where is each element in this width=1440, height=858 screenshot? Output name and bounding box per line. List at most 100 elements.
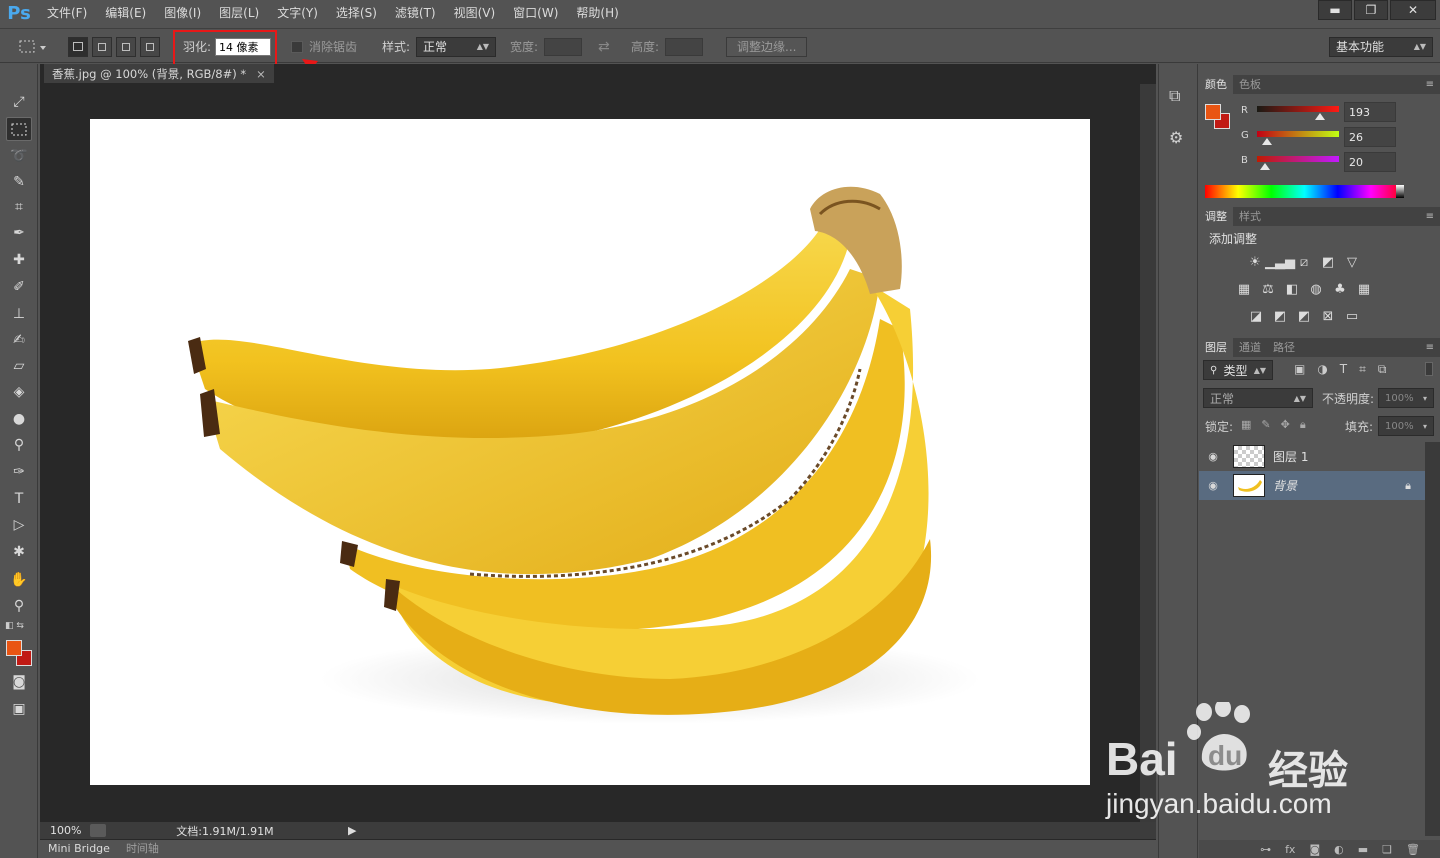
subtract-selection-button[interactable] <box>116 36 136 57</box>
new-selection-button[interactable] <box>68 36 88 57</box>
threshold-icon[interactable]: ◩ <box>1295 309 1313 324</box>
width-input[interactable] <box>544 37 583 56</box>
color-spectrum-bar[interactable] <box>1205 185 1404 198</box>
move-tool-icon[interactable]: ⤢ <box>6 90 32 114</box>
blue-value-input[interactable]: 20 <box>1344 152 1396 172</box>
add-selection-button[interactable] <box>92 36 112 57</box>
workspace-select[interactable]: 基本功能 ▲▼ <box>1329 36 1433 57</box>
black-white-ramp[interactable] <box>1396 185 1404 198</box>
custom-shape-tool-icon[interactable]: ✱ <box>6 540 32 564</box>
menu-layer[interactable]: 图层(L) <box>210 0 268 27</box>
link-layers-icon[interactable]: ⊶ <box>1260 843 1271 856</box>
color-lookup-icon[interactable]: ▦ <box>1355 282 1373 297</box>
lock-icons[interactable]: ▦✎✥🔒︎ <box>1241 418 1316 432</box>
green-channel-slider[interactable] <box>1257 131 1339 137</box>
layer-row[interactable]: ◉ 图层 1 <box>1199 442 1425 471</box>
type-tool-icon[interactable]: T <box>6 487 32 511</box>
panel-menu-icon[interactable]: ≡ <box>1426 79 1434 90</box>
invert-icon[interactable]: ◪ <box>1247 309 1265 324</box>
quick-selection-tool-icon[interactable]: ✎ <box>6 170 32 194</box>
height-input[interactable] <box>665 37 704 56</box>
mini-bridge-tab[interactable]: Mini Bridge <box>40 840 118 858</box>
menu-help[interactable]: 帮助(H) <box>567 0 627 27</box>
menu-window[interactable]: 窗口(W) <box>504 0 567 27</box>
crop-tool-icon[interactable]: ⌗ <box>6 195 32 219</box>
curves-icon[interactable]: ⧄ <box>1295 255 1313 270</box>
screen-mode-icon[interactable]: ▣ <box>6 697 32 721</box>
rectangular-marquee-tool-icon[interactable] <box>6 117 32 141</box>
red-channel-slider[interactable] <box>1257 106 1339 112</box>
brush-tool-icon[interactable]: ✐ <box>6 275 32 299</box>
menu-file[interactable]: 文件(F) <box>38 0 96 27</box>
tab-color[interactable]: 颜色 <box>1199 75 1233 94</box>
dodge-tool-icon[interactable]: ⚲ <box>6 433 32 457</box>
selective-color-icon[interactable]: ⊠ <box>1319 309 1337 324</box>
channel-mixer-icon[interactable]: ♣ <box>1331 282 1349 297</box>
green-slider-thumb[interactable] <box>1262 138 1272 145</box>
trash-icon[interactable]: 🗑︎ <box>1406 843 1420 856</box>
blur-tool-icon[interactable]: ● <box>6 407 32 431</box>
style-select[interactable]: 正常 ▲▼ <box>416 36 497 57</box>
info-menu-icon[interactable] <box>90 824 106 837</box>
eye-icon[interactable]: ◉ <box>1199 479 1227 492</box>
close-tab-icon[interactable]: × <box>256 67 266 81</box>
menu-edit[interactable]: 编辑(E) <box>96 0 155 27</box>
tool-preset-picker[interactable] <box>18 29 48 64</box>
photo-filter-icon[interactable]: ◍ <box>1307 282 1325 297</box>
vibrance-icon[interactable]: ▽ <box>1343 255 1361 270</box>
quick-mask-icon[interactable]: ◙ <box>6 670 32 694</box>
menu-view[interactable]: 视图(V) <box>445 0 505 27</box>
posterize-icon[interactable]: ◩ <box>1271 309 1289 324</box>
status-arrow-icon[interactable]: ▶ <box>348 824 356 837</box>
new-layer-icon[interactable]: ❏ <box>1382 843 1392 856</box>
layer-row[interactable]: ◉ 背景 🔒︎ <box>1199 471 1425 500</box>
intersect-selection-button[interactable] <box>140 36 160 57</box>
tab-swatches[interactable]: 色板 <box>1233 75 1267 94</box>
foreground-color-swatch[interactable] <box>6 640 22 656</box>
eraser-tool-icon[interactable]: ▱ <box>6 354 32 378</box>
history-brush-tool-icon[interactable]: ✍ <box>6 328 32 352</box>
brightness-contrast-icon[interactable]: ☀ <box>1246 255 1264 270</box>
adjustment-layer-icon[interactable]: ◐ <box>1334 843 1344 856</box>
fx-icon[interactable]: fx <box>1285 843 1295 856</box>
timeline-tab[interactable]: 时间轴 <box>118 840 167 858</box>
exposure-icon[interactable]: ◩ <box>1319 255 1337 270</box>
black-white-icon[interactable]: ◧ <box>1283 282 1301 297</box>
tab-styles[interactable]: 样式 <box>1233 207 1267 226</box>
properties-panel-icon[interactable]: ⚙ <box>1169 128 1183 147</box>
new-group-icon[interactable]: ▬ <box>1358 843 1368 856</box>
add-mask-icon[interactable]: ◙ <box>1309 843 1320 856</box>
levels-icon[interactable]: ▁▃▅ <box>1265 255 1295 270</box>
eye-icon[interactable]: ◉ <box>1199 450 1227 463</box>
image-canvas[interactable] <box>90 119 1090 785</box>
history-panel-icon[interactable]: ⧉ <box>1169 86 1180 106</box>
blue-channel-slider[interactable] <box>1257 156 1339 162</box>
zoom-level[interactable]: 100% <box>40 824 90 837</box>
layer-filter-select[interactable]: ⚲ 类型 ▲▼ <box>1203 360 1273 380</box>
gradient-map-icon[interactable]: ▭ <box>1343 309 1361 324</box>
color-balance-icon[interactable]: ⚖ <box>1259 282 1277 297</box>
hue-saturation-icon[interactable]: ▦ <box>1235 282 1253 297</box>
path-selection-tool-icon[interactable]: ▷ <box>6 513 32 537</box>
tab-paths[interactable]: 路径 <box>1267 338 1301 357</box>
pen-tool-icon[interactable]: ✑ <box>6 460 32 484</box>
swap-icon[interactable]: ⇄ <box>598 39 610 55</box>
clone-stamp-tool-icon[interactable]: ⊥ <box>6 302 32 326</box>
restore-button[interactable]: ❐ <box>1354 0 1388 20</box>
color-panel-foreground-swatch[interactable] <box>1205 104 1221 120</box>
blue-slider-thumb[interactable] <box>1260 163 1270 170</box>
red-slider-thumb[interactable] <box>1315 113 1325 120</box>
tab-layers[interactable]: 图层 <box>1199 338 1233 357</box>
hand-tool-icon[interactable]: ✋ <box>6 568 32 592</box>
zoom-tool-icon[interactable]: ⚲ <box>6 594 32 618</box>
green-value-input[interactable]: 26 <box>1344 127 1396 147</box>
menu-select[interactable]: 选择(S) <box>327 0 386 27</box>
refine-edge-button[interactable]: 调整边缘... <box>726 36 808 57</box>
tab-adjustments[interactable]: 调整 <box>1199 207 1233 226</box>
tab-channels[interactable]: 通道 <box>1233 338 1267 357</box>
red-value-input[interactable]: 193 <box>1344 102 1396 122</box>
menu-type[interactable]: 文字(Y) <box>268 0 327 27</box>
filter-toggle[interactable] <box>1425 362 1433 376</box>
document-tab[interactable]: 香蕉.jpg @ 100% (背景, RGB/8#) * × <box>44 64 274 83</box>
minimize-button[interactable]: ▬ <box>1318 0 1352 20</box>
